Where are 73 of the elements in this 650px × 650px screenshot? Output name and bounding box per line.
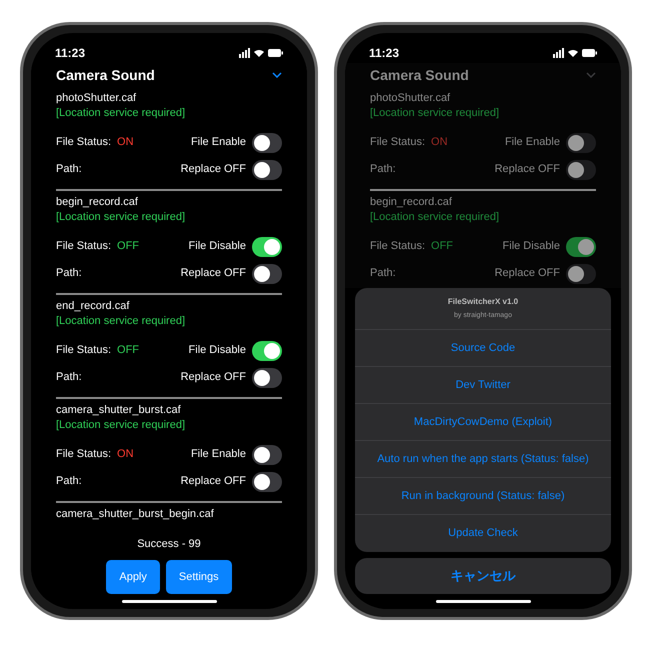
toggle-switch[interactable] <box>566 132 596 152</box>
toggle-label: Replace OFF <box>180 370 246 386</box>
status-message: Success - 99 <box>137 536 201 552</box>
status-time: 11:23 <box>369 45 400 62</box>
status-time: 11:23 <box>55 45 86 62</box>
file-name: begin_record.caf <box>56 195 139 210</box>
location-note: [Location service required] <box>56 106 186 121</box>
status-value: OFF <box>117 239 140 254</box>
toggle-label: File Enable <box>504 135 560 150</box>
status-value: ON <box>431 135 448 150</box>
chevron-down-icon[interactable] <box>272 72 282 78</box>
sheet-action[interactable]: Update Check <box>355 515 611 552</box>
toggle-label: Replace OFF <box>180 162 246 178</box>
status-label: File Status: <box>56 343 112 358</box>
sheet-action[interactable]: Run in background (Status: false) <box>355 478 611 515</box>
path-label: Path: <box>56 162 82 178</box>
file-name: photoShutter.caf <box>370 91 452 106</box>
sheet-action[interactable]: Source Code <box>355 330 611 367</box>
path-label: Path: <box>370 162 396 178</box>
toggle-label: File Disable <box>188 343 246 358</box>
toggle-switch[interactable] <box>566 160 596 180</box>
location-note: [Location service required] <box>370 106 500 121</box>
status-label: File Status: <box>56 239 112 254</box>
sheet-action[interactable]: MacDirtyCowDemo (Exploit) <box>355 404 611 441</box>
location-note: [Location service required] <box>56 314 186 329</box>
toggle-switch[interactable] <box>252 132 282 152</box>
path-label: Path: <box>56 370 82 386</box>
toggle-switch[interactable] <box>566 236 596 256</box>
path-label: Path: <box>370 266 396 282</box>
sheet-title: FileSwitcherX v1.0 <box>448 296 518 308</box>
toggle-label: Replace OFF <box>494 162 560 178</box>
status-value: ON <box>117 447 134 462</box>
toggle-switch[interactable] <box>252 236 282 256</box>
toggle-switch[interactable] <box>252 160 282 180</box>
toggle-switch[interactable] <box>252 264 282 284</box>
toggle-label: File Disable <box>502 239 560 254</box>
status-label: File Status: <box>56 447 112 462</box>
toggle-switch[interactable] <box>566 264 596 284</box>
toggle-switch[interactable] <box>252 444 282 464</box>
screen-title: Camera Sound <box>56 66 155 84</box>
screen-title: Camera Sound <box>370 66 469 84</box>
status-value: ON <box>117 135 134 150</box>
toggle-label: Replace OFF <box>180 266 246 282</box>
path-label: Path: <box>56 266 82 282</box>
status-icons <box>553 48 597 58</box>
toggle-label: File Enable <box>190 447 246 462</box>
toggle-label: Replace OFF <box>180 474 246 490</box>
sheet-action[interactable]: Dev Twitter <box>355 367 611 404</box>
cancel-button[interactable]: キャンセル <box>355 558 611 594</box>
sheet-action[interactable]: Auto run when the app starts (Status: false) <box>355 441 611 478</box>
file-name: camera_shutter_burst.caf <box>56 403 182 418</box>
location-note: [Location service required] <box>370 210 500 225</box>
status-label: File Status: <box>370 239 426 254</box>
apply-button[interactable]: Apply <box>106 560 160 594</box>
location-note: [Location service required] <box>56 210 186 225</box>
file-name: begin_record.caf <box>370 195 453 210</box>
status-label: File Status: <box>370 135 426 150</box>
file-name: camera_shutter_burst_begin.caf <box>56 507 215 522</box>
toggle-switch[interactable] <box>252 472 282 492</box>
toggle-label: File Disable <box>188 239 246 254</box>
toggle-label: File Enable <box>190 135 246 150</box>
status-icons <box>239 48 283 58</box>
path-label: Path: <box>56 474 82 490</box>
location-note: [Location service required] <box>56 418 186 433</box>
status-value: OFF <box>431 239 454 254</box>
status-value: OFF <box>117 343 140 358</box>
file-name: photoShutter.caf <box>56 91 138 106</box>
file-name: end_record.caf <box>56 299 130 314</box>
settings-button[interactable]: Settings <box>166 560 232 594</box>
status-label: File Status: <box>56 135 112 150</box>
toggle-switch[interactable] <box>252 368 282 388</box>
toggle-switch[interactable] <box>252 340 282 360</box>
toggle-label: Replace OFF <box>494 266 560 282</box>
